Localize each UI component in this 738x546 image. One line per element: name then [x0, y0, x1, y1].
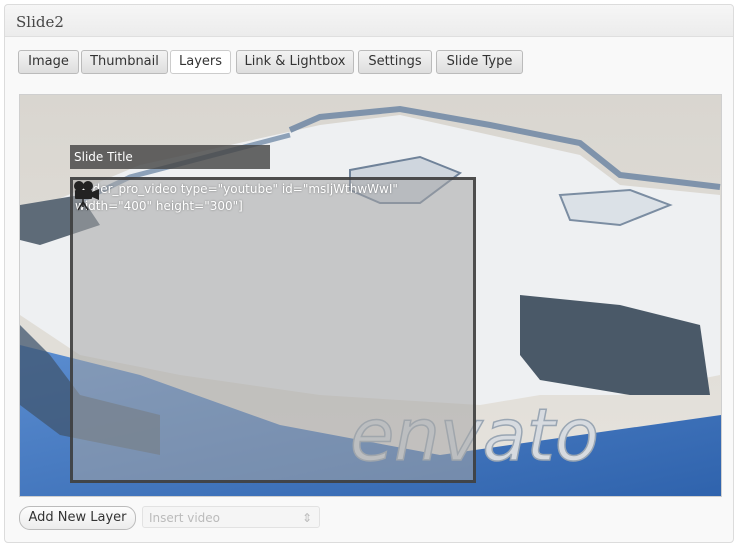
- panel-title: Slide2: [16, 13, 64, 31]
- video-shortcode-text: [slider_pro_video type="youtube" id="msI…: [75, 182, 398, 213]
- movie-camera-icon: [74, 181, 99, 211]
- tab-image[interactable]: Image: [18, 50, 79, 74]
- add-new-layer-button[interactable]: Add New Layer: [19, 506, 136, 530]
- tab-slide-type[interactable]: Slide Type: [436, 50, 523, 74]
- slide-panel: Slide2 Image Thumbnail Layers Link & Lig…: [4, 4, 734, 543]
- insert-select-value: Insert video: [149, 511, 221, 525]
- slide-preview-stage[interactable]: envato Slide Title [slider_pro_video typ…: [19, 94, 722, 497]
- panel-header[interactable]: [5, 5, 733, 37]
- tab-settings[interactable]: Settings: [358, 50, 432, 74]
- insert-layer-select[interactable]: Insert video ⇕: [142, 506, 320, 528]
- tab-layers[interactable]: Layers: [170, 50, 231, 74]
- select-arrows-icon: ⇕: [301, 511, 312, 525]
- tab-thumbnail[interactable]: Thumbnail: [81, 50, 168, 74]
- tab-link-lightbox[interactable]: Link & Lightbox: [236, 50, 354, 74]
- video-layer[interactable]: [slider_pro_video type="youtube" id="msI…: [70, 177, 476, 483]
- slide-title-layer[interactable]: Slide Title: [70, 145, 270, 169]
